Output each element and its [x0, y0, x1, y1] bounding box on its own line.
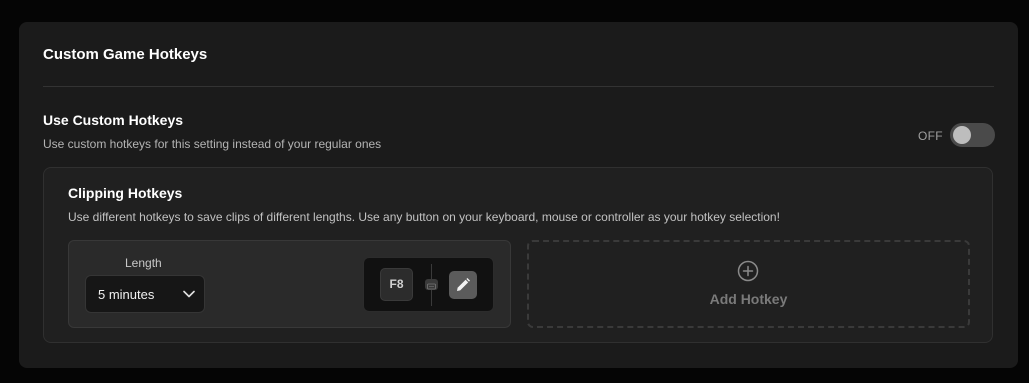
add-hotkey-label: Add Hotkey	[709, 291, 788, 307]
keyboard-icon	[425, 279, 438, 290]
edit-hotkey-button[interactable]	[449, 271, 477, 299]
hotkey-binding: F8	[363, 257, 494, 312]
use-custom-hotkeys-toggle[interactable]	[950, 123, 995, 147]
custom-game-hotkeys-panel: Custom Game Hotkeys Use Custom Hotkeys U…	[19, 22, 1018, 368]
key-cap: F8	[380, 268, 413, 301]
use-custom-hotkeys-description: Use custom hotkeys for this setting inst…	[43, 137, 382, 151]
chevron-down-icon	[183, 290, 195, 298]
clipping-hotkeys-title: Clipping Hotkeys	[68, 185, 183, 201]
length-select-value: 5 minutes	[98, 287, 155, 302]
use-custom-hotkeys-title: Use Custom Hotkeys	[43, 112, 184, 128]
toggle-state-label: OFF	[918, 129, 943, 143]
length-label: Length	[125, 256, 162, 270]
clipping-hotkeys-section: Clipping Hotkeys Use different hotkeys t…	[43, 167, 993, 343]
plus-circle-icon	[737, 260, 759, 282]
clipping-hotkeys-description: Use different hotkeys to save clips of d…	[68, 210, 780, 224]
pencil-icon	[457, 278, 470, 291]
hotkey-card: Length 5 minutes F8	[68, 240, 511, 328]
toggle-knob	[953, 126, 971, 144]
add-hotkey-button[interactable]: Add Hotkey	[527, 240, 970, 328]
divider	[43, 86, 994, 87]
panel-title: Custom Game Hotkeys	[43, 46, 208, 63]
length-select[interactable]: 5 minutes	[85, 275, 205, 313]
